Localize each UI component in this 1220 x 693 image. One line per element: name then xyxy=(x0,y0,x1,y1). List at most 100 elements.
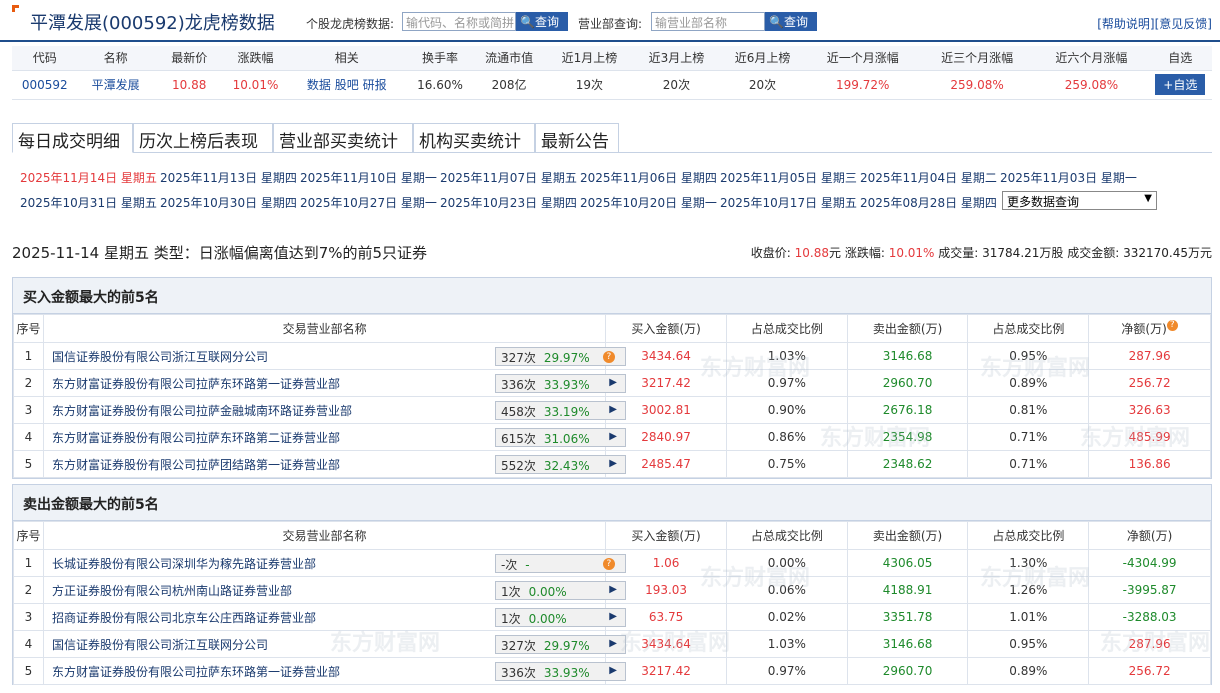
branch-stats-pill[interactable]: 552次 32.43% ▶ xyxy=(494,455,626,474)
summary-stats: 收盘价: 10.88元 涨跌幅: 10.01% 成交量: 31784.21万股 … xyxy=(750,246,1212,260)
branch-win-rate: 0.00% xyxy=(528,585,567,599)
table-row: 4 东方财富证券股份有限公司拉萨东环路第二证券营业部 615次 31.06% ▶ 2840… xyxy=(13,423,1211,451)
related-research-link[interactable]: 研报 xyxy=(363,78,387,92)
date-link[interactable]: 2025年11月10日 星期一 xyxy=(300,169,437,186)
help-icon[interactable]: ? xyxy=(1166,320,1178,331)
date-link-current[interactable]: 2025年11月14日 星期五 xyxy=(20,169,157,186)
page-title: 平潭发展(000592)龙虎榜数据 xyxy=(30,13,275,34)
play-icon[interactable]: ▶ xyxy=(609,638,617,649)
related-data-link[interactable]: 数据 xyxy=(307,78,331,92)
branch-stats-pill[interactable]: 615次 31.06% ▶ xyxy=(494,428,626,447)
branch-link[interactable]: 东方财富证券股份有限公司拉萨东环路第一证券营业部 xyxy=(52,665,340,679)
date-link[interactable]: 2025年10月27日 星期一 xyxy=(300,194,437,211)
stock-query-button[interactable]: 🔍查询 xyxy=(516,12,568,31)
col-watch: 自选 xyxy=(1148,46,1212,71)
close-change: 10.01% xyxy=(888,246,935,260)
play-icon[interactable]: ▶ xyxy=(609,665,617,676)
branch-stats-pill[interactable]: 336次 33.93% ▶ xyxy=(494,374,626,393)
branch-stats-pill[interactable]: 327次 29.97%? xyxy=(494,347,626,366)
row-number: 3 xyxy=(13,603,44,631)
play-icon[interactable]: ▶ xyxy=(609,377,617,388)
sell-section: 卖出金额最大的前5名 序号 交易营业部名称 买入金额(万) 占总成交比例 卖出金… xyxy=(12,484,1212,685)
branch-link[interactable]: 招商证券股份有限公司北京车公庄西路证券营业部 xyxy=(52,611,316,625)
col-chg1m: 近一个月涨幅 xyxy=(805,46,920,71)
date-link[interactable]: 2025年10月31日 星期五 xyxy=(20,194,157,211)
branch-link[interactable]: 国信证券股份有限公司浙江互联网分公司 xyxy=(52,638,268,652)
tab-institution-stats[interactable]: 机构买卖统计 xyxy=(413,123,535,153)
date-link[interactable]: 2025年10月17日 星期五 xyxy=(720,194,857,211)
page-header: 平潭发展(000592)龙虎榜数据 个股龙虎榜数据: 输代码、名称或简拼 🔍查询… xyxy=(0,0,1220,42)
net-amount: 256.72 xyxy=(1088,657,1211,685)
col-buy-pct: 占总成交比例 xyxy=(725,521,848,550)
branch-link[interactable]: 东方财富证券股份有限公司拉萨金融城南环路证券营业部 xyxy=(52,404,352,418)
branch-link[interactable]: 东方财富证券股份有限公司拉萨东环路第二证券营业部 xyxy=(52,431,340,445)
branch-link[interactable]: 国信证券股份有限公司浙江互联网分公司 xyxy=(52,350,268,364)
col-sell-pct: 占总成交比例 xyxy=(967,314,1090,343)
col-buy: 买入金额(万) xyxy=(605,314,727,343)
date-link[interactable]: 2025年11月07日 星期五 xyxy=(440,169,577,186)
branch-link[interactable]: 长城证券股份有限公司深圳华为稼先路证券营业部 xyxy=(52,557,316,571)
play-icon[interactable]: ▶ xyxy=(609,458,617,469)
table-row: 2 方正证券股份有限公司杭州南山路证券营业部 1次 0.00% ▶ 193.03 0.06%… xyxy=(13,576,1211,604)
quote-name[interactable]: 平潭发展 xyxy=(77,70,154,100)
quote-m1: 19次 xyxy=(545,70,634,100)
branch-query-button[interactable]: 🔍查询 xyxy=(765,12,817,31)
branch-stats-pill[interactable]: 458次 33.19% ▶ xyxy=(494,401,626,420)
date-link[interactable]: 2025年11月06日 星期四 xyxy=(580,169,717,186)
amount: 成交金额: 332170.45万元 xyxy=(1067,246,1212,260)
branch-link[interactable]: 东方财富证券股份有限公司拉萨团结路第一证券营业部 xyxy=(52,458,340,472)
tab-history-performance[interactable]: 历次上榜后表现 xyxy=(133,123,273,153)
quote-change: 10.01% xyxy=(224,70,287,100)
more-data-select[interactable]: 更多数据查询 ▼ xyxy=(1002,191,1157,210)
tab-branch-stats[interactable]: 营业部买卖统计 xyxy=(273,123,413,153)
branch-link[interactable]: 东方财富证券股份有限公司拉萨东环路第一证券营业部 xyxy=(52,377,340,391)
branch-cell: 国信证券股份有限公司浙江互联网分公司 327次 29.97% ▶ xyxy=(42,630,626,658)
branch-stats-pill[interactable]: 327次 29.97% ▶ xyxy=(494,635,626,654)
quote-code[interactable]: 000592 xyxy=(12,70,78,100)
help-link[interactable]: [帮助说明] xyxy=(1097,17,1154,31)
help-icon[interactable]: ? xyxy=(602,351,615,363)
branch-link[interactable]: 方正证券股份有限公司杭州南山路证券营业部 xyxy=(52,584,292,598)
date-link[interactable]: 2025年11月03日 星期一 xyxy=(1000,169,1137,186)
tab-bar: 每日成交明细 历次上榜后表现 营业部买卖统计 机构买卖统计 最新公告 xyxy=(12,123,1212,153)
branch-stats-pill[interactable]: 1次 0.00% ▶ xyxy=(494,608,626,627)
summary-title: 2025-11-14 星期五 类型：日涨幅偏离值达到7%的前5只证券 xyxy=(12,244,428,262)
tab-announcements[interactable]: 最新公告 xyxy=(535,123,619,153)
branch-search-input[interactable]: 输营业部名称 xyxy=(651,12,765,31)
tab-daily-detail[interactable]: 每日成交明细 xyxy=(12,123,133,153)
sell-amount: 2348.62 xyxy=(846,450,969,478)
stock-search-input[interactable]: 输代码、名称或简拼 xyxy=(402,12,516,31)
sell-ratio: 0.89% xyxy=(967,369,1090,397)
play-icon[interactable]: ▶ xyxy=(609,404,617,415)
date-link[interactable]: 2025年11月05日 星期三 xyxy=(720,169,857,186)
sell-amount: 4188.91 xyxy=(846,576,969,604)
date-link[interactable]: 2025年10月20日 星期一 xyxy=(580,194,717,211)
row-number: 5 xyxy=(13,657,44,685)
date-link[interactable]: 2025年08月28日 星期四 xyxy=(860,194,997,211)
related-forum-link[interactable]: 股吧 xyxy=(335,78,359,92)
net-amount: 326.63 xyxy=(1088,396,1211,424)
branch-times: 615次 xyxy=(500,432,536,446)
branch-stats-pill[interactable]: 336次 33.93% ▶ xyxy=(494,662,626,681)
table-row: 5 东方财富证券股份有限公司拉萨团结路第一证券营业部 552次 32.43% ▶ 2485… xyxy=(13,450,1211,478)
buy-header-row: 序号 交易营业部名称 买入金额(万) 占总成交比例 卖出金额(万) 占总成交比例… xyxy=(13,314,1211,343)
col-net: 净额(万)? xyxy=(1088,314,1211,343)
sell-amount: 3146.68 xyxy=(846,342,969,370)
date-link[interactable]: 2025年10月23日 星期四 xyxy=(440,194,577,211)
col-m1: 近1月上榜 xyxy=(545,46,634,71)
sell-ratio: 0.81% xyxy=(967,396,1090,424)
date-link[interactable]: 2025年10月30日 星期四 xyxy=(160,194,297,211)
buy-ratio: 0.02% xyxy=(725,603,848,631)
col-no: 序号 xyxy=(13,521,44,550)
feedback-link[interactable]: [意见反馈] xyxy=(1155,17,1212,31)
play-icon[interactable]: ▶ xyxy=(609,584,617,595)
help-icon[interactable]: ? xyxy=(602,558,615,570)
date-link[interactable]: 2025年11月04日 星期二 xyxy=(860,169,997,186)
play-icon[interactable]: ▶ xyxy=(609,431,617,442)
play-icon[interactable]: ▶ xyxy=(609,611,617,622)
col-name: 名称 xyxy=(77,46,154,71)
add-watchlist-button[interactable]: +自选 xyxy=(1155,74,1206,95)
branch-stats-pill[interactable]: 1次 0.00% ▶ xyxy=(494,581,626,600)
date-link[interactable]: 2025年11月13日 星期四 xyxy=(160,169,297,186)
branch-stats-pill[interactable]: -次 -? xyxy=(494,554,626,573)
